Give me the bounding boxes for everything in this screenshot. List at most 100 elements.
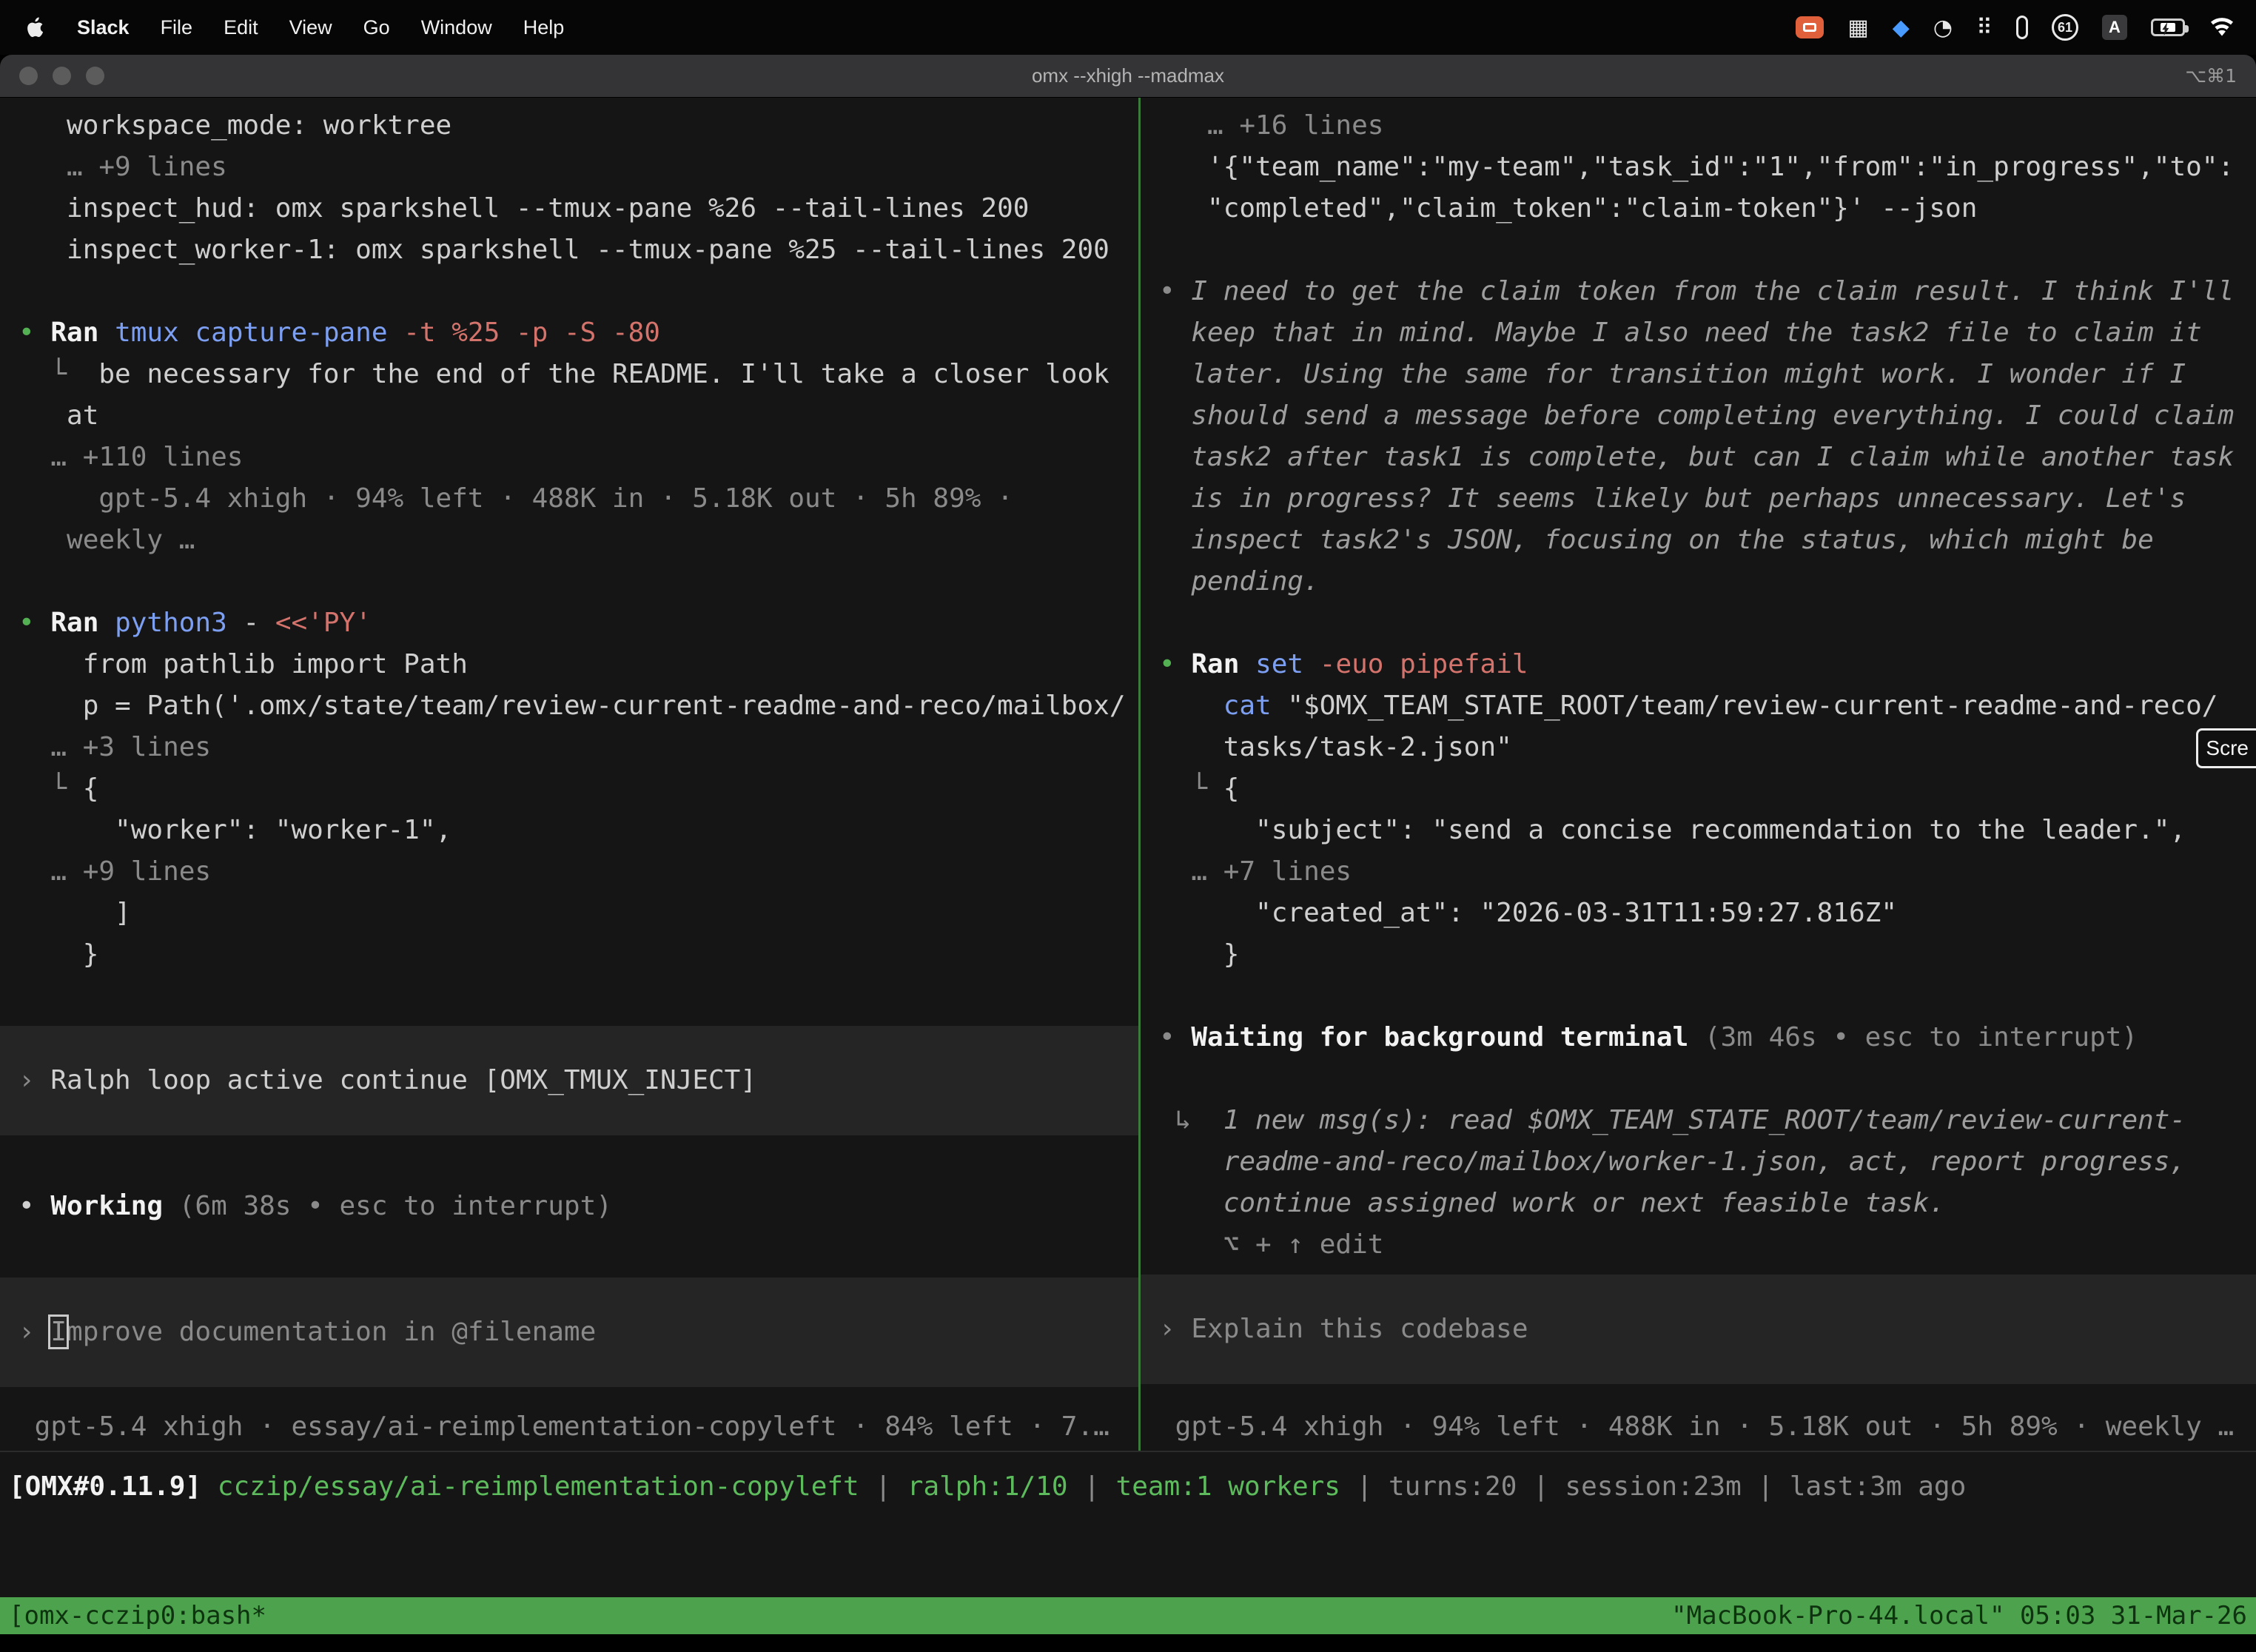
tmux-host-datetime: "MacBook-Pro-44.local" 05:03 31-Mar-26 <box>1671 1601 2247 1631</box>
omx-session-summary: [OMX#0.11.9] cczip/essay/ai-reimplementa… <box>9 1471 2256 1502</box>
apple-menu[interactable] <box>21 16 61 38</box>
terminal-line: at <box>19 395 1138 437</box>
menu-help[interactable]: Help <box>508 16 580 39</box>
terminal-blank-area <box>0 1525 2256 1597</box>
thinking-text: • I need to get the claim token from the… <box>1159 271 2256 312</box>
clock-app-icon[interactable]: ◔ <box>1933 15 1953 41</box>
wifi-icon[interactable] <box>2209 18 2235 37</box>
terminal-line: readme-and-reco/mailbox/worker-1.json, a… <box>1159 1141 2256 1183</box>
terminal-line: cat "$OMX_TEAM_STATE_ROOT/team/review-cu… <box>1159 685 2256 727</box>
tmux-session-window: [omx-cczip0:bash* <box>9 1601 266 1631</box>
terminal-line: '{"team_name":"my-team","task_id":"1","f… <box>1159 147 2256 188</box>
terminal-line: └ { <box>19 768 1138 810</box>
terminal-pane-left[interactable]: workspace_mode: worktree … +9 lines insp… <box>0 98 1138 1451</box>
window-titlebar[interactable]: omx --xhigh --madmax ⌥⌘1 <box>0 55 2256 98</box>
terminal-line: "created_at": "2026-03-31T11:59:27.816Z" <box>1159 893 2256 934</box>
app-menu-slack[interactable]: Slack <box>61 16 145 39</box>
traffic-lights <box>19 67 104 85</box>
input-source-icon[interactable]: A <box>2102 15 2127 40</box>
minimize-button[interactable] <box>53 67 71 85</box>
screenshot-notification[interactable]: Scre <box>2196 728 2256 768</box>
terminal-line: from pathlib import Path <box>19 644 1138 685</box>
screen-recording-indicator[interactable] <box>1796 16 1824 38</box>
window-shortcut-hint: ⌥⌘1 <box>2185 65 2237 87</box>
terminal-line: … +7 lines <box>1159 851 2256 893</box>
terminal-line <box>1159 229 2256 271</box>
menu-bar: Slack File Edit View Go Window Help ▦ ◆ … <box>0 0 2256 55</box>
terminal-line: continue assigned work or next feasible … <box>1159 1183 2256 1224</box>
model-context-footer-right: gpt-5.4 xhigh · 94% left · 488K in · 5.1… <box>1159 1406 2256 1448</box>
terminal-line <box>19 976 1138 1017</box>
terminal-line: … +3 lines <box>19 727 1138 768</box>
battery-icon[interactable] <box>2151 19 2185 36</box>
composer-input-right[interactable]: › Explain this codebase <box>1141 1275 2256 1384</box>
terminal-line: task2 after task1 is complete, but can I… <box>1159 437 2256 478</box>
terminal-line <box>1159 602 2256 644</box>
menu-window[interactable]: Window <box>406 16 508 39</box>
terminal-line: └ be necessary for the end of the README… <box>19 354 1138 395</box>
menu-view[interactable]: View <box>274 16 348 39</box>
terminal-line: … +9 lines <box>19 851 1138 893</box>
terminal-line: keep that in mind. Maybe I also need the… <box>1159 312 2256 354</box>
terminal-line: should send a message before completing … <box>1159 395 2256 437</box>
ralph-loop-input[interactable]: › Ralph loop active continue [OMX_TMUX_I… <box>0 1026 1138 1135</box>
close-button[interactable] <box>19 67 38 85</box>
terminal-line <box>1159 976 2256 1017</box>
terminal-line: } <box>1159 934 2256 976</box>
terminal-line: tasks/task-2.json" <box>1159 727 2256 768</box>
terminal-line: workspace_mode: worktree <box>19 105 1138 147</box>
terminal-line <box>19 1227 1138 1269</box>
terminal-line: inspect_worker-1: omx sparkshell --tmux-… <box>19 229 1138 271</box>
terminal-line <box>19 561 1138 602</box>
recording-glyph <box>1803 23 1816 32</box>
menu-file[interactable]: File <box>145 16 209 39</box>
toggle-pill-icon[interactable] <box>2016 16 2028 39</box>
terminal-line: weekly … <box>19 520 1138 561</box>
terminal-line: gpt-5.4 xhigh · 94% left · 488K in · 5.1… <box>19 478 1138 520</box>
terminal-line: … +110 lines <box>19 437 1138 478</box>
terminal-line: ↳ 1 new msg(s): read $OMX_TEAM_STATE_ROO… <box>1159 1100 2256 1141</box>
count-badge[interactable]: 61 <box>2052 14 2078 41</box>
dots-grid-icon[interactable]: ⠿ <box>1976 15 1993 41</box>
terminal-line <box>19 1144 1138 1186</box>
terminal-line: … +16 lines <box>1159 105 2256 147</box>
command-ran-tmux-capture: • Ran tmux capture-pane -t %25 -p -S -80 <box>19 312 1138 354</box>
terminal-line: ⌥ + ↑ edit <box>1159 1224 2256 1266</box>
terminal-line: } <box>19 934 1138 976</box>
model-context-footer-left: gpt-5.4 xhigh · essay/ai-reimplementatio… <box>19 1406 1138 1448</box>
window-title: omx --xhigh --madmax <box>0 64 2256 87</box>
working-status: • Working (6m 38s • esc to interrupt) <box>19 1186 1138 1227</box>
terminal-line: inspect_hud: omx sparkshell --tmux-pane … <box>19 188 1138 229</box>
omx-status-bar: [OMX#0.11.9] cczip/essay/ai-reimplementa… <box>0 1451 2256 1525</box>
terminal-line: is in progress? It seems likely but perh… <box>1159 478 2256 520</box>
terminal-line <box>1159 1058 2256 1100</box>
screen-bottom-edge <box>0 1634 2256 1652</box>
composer-input-left[interactable]: › Improve documentation in @filename <box>0 1277 1138 1387</box>
terminal-line: ] <box>19 893 1138 934</box>
apple-icon <box>27 16 46 38</box>
desktop: Slack File Edit View Go Window Help ▦ ◆ … <box>0 0 2256 1652</box>
menu-edit[interactable]: Edit <box>208 16 274 39</box>
terminal-line: "completed","claim_token":"claim-token"}… <box>1159 188 2256 229</box>
tmux-status-bar: [omx-cczip0:bash* "MacBook-Pro-44.local"… <box>0 1597 2256 1634</box>
tmux-panes: workspace_mode: worktree … +9 lines insp… <box>0 98 2256 1451</box>
terminal-line: inspect task2's JSON, focusing on the st… <box>1159 520 2256 561</box>
terminal-line: "subject": "send a concise recommendatio… <box>1159 810 2256 851</box>
command-ran-set: • Ran set -euo pipefail <box>1159 644 2256 685</box>
terminal-line: └ { <box>1159 768 2256 810</box>
blue-app-icon[interactable]: ◆ <box>1893 15 1910 41</box>
terminal-pane-right[interactable]: … +16 lines '{"team_name":"my-team","tas… <box>1141 98 2256 1451</box>
menu-go[interactable]: Go <box>348 16 406 39</box>
terminal-line: "worker": "worker-1", <box>19 810 1138 851</box>
terminal-content: workspace_mode: worktree … +9 lines insp… <box>0 98 2256 1652</box>
screenshot-notification-label: Scre <box>2206 736 2249 760</box>
terminal-line: pending. <box>1159 561 2256 602</box>
terminal-line: … +9 lines <box>19 147 1138 188</box>
zoom-button[interactable] <box>86 67 104 85</box>
terminal-line <box>19 271 1138 312</box>
waiting-status: • Waiting for background terminal (3m 46… <box>1159 1017 2256 1058</box>
command-ran-python3: • Ran python3 - <<'PY' <box>19 602 1138 644</box>
terminal-line: later. Using the same for transition mig… <box>1159 354 2256 395</box>
keyboard-grid-icon[interactable]: ▦ <box>1847 15 1868 41</box>
terminal-line: p = Path('.omx/state/team/review-current… <box>19 685 1138 727</box>
